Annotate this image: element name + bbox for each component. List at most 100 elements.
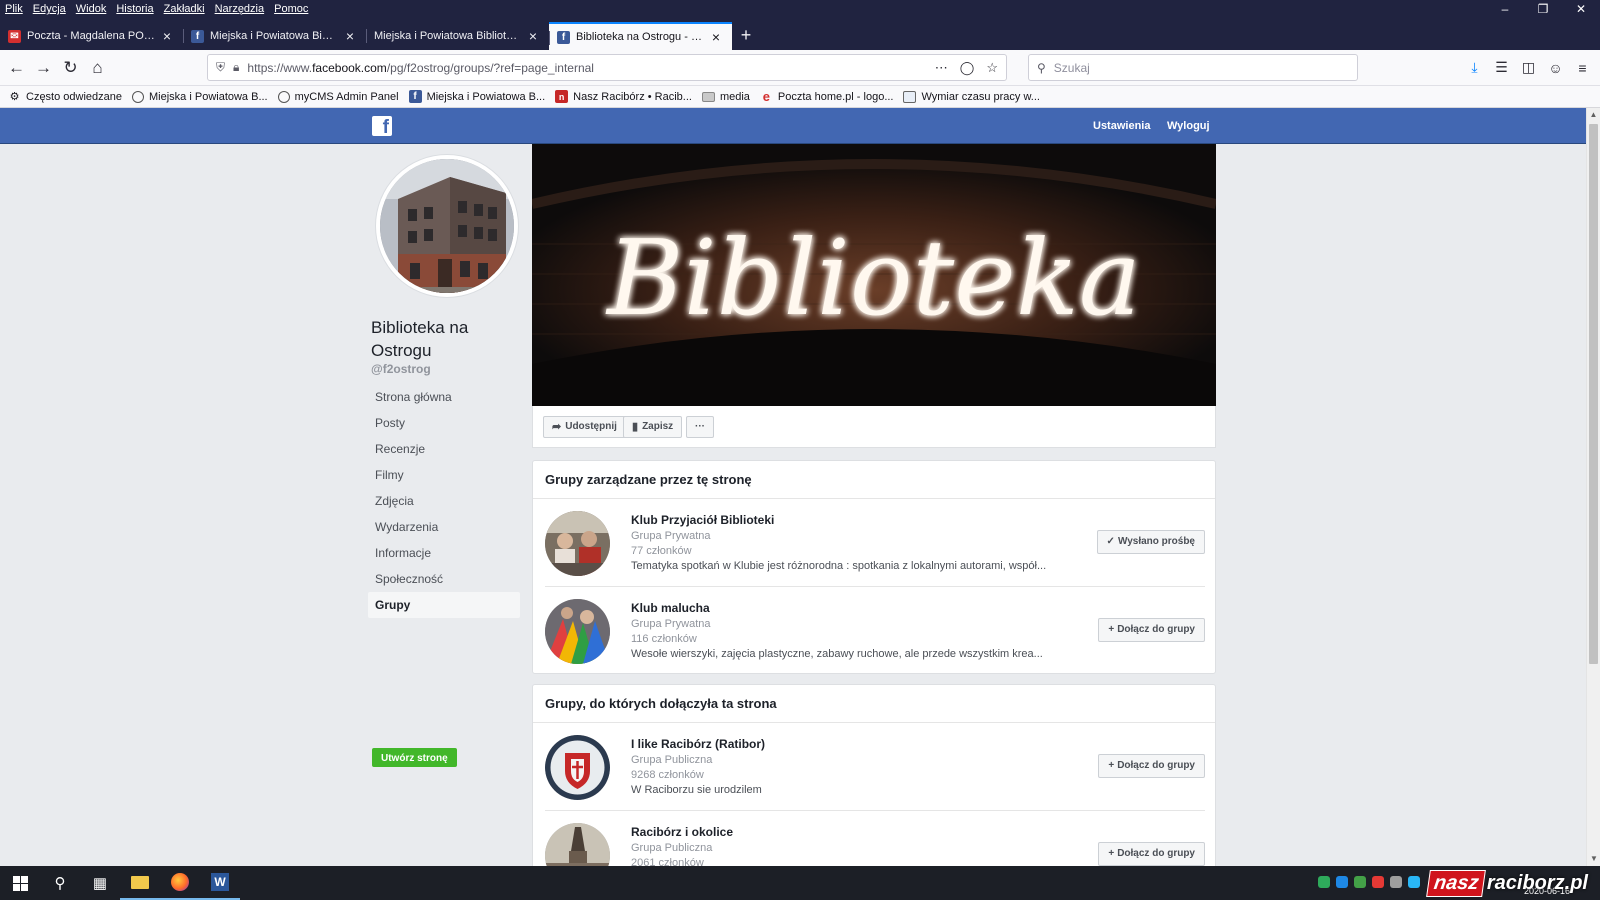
menu-history[interactable]: Historia [111,3,158,15]
create-page-button[interactable]: Utwórz stronę [372,748,457,767]
group-photo [545,511,610,576]
restore-icon[interactable]: ❐ [1524,0,1562,18]
tab-library-fb[interactable]: f Miejska i Powiatowa Biblioteka × [183,22,366,50]
sidebar-item-home[interactable]: Strona główna [368,384,520,410]
close-tab-icon[interactable]: × [708,29,724,45]
lock-icon[interactable]: 🔒︎ [233,60,239,75]
group-thumbnail[interactable] [545,735,610,800]
close-window-icon[interactable]: ✕ [1562,0,1600,18]
word-icon[interactable]: W [200,866,240,900]
tray-app-icon[interactable] [1372,876,1384,888]
taskbar-search-icon[interactable]: ⚲ [40,866,80,900]
page-title: Biblioteka na Ostrogu [371,318,469,360]
share-button[interactable]: ➦ Udostępnij [543,416,626,438]
tab-title: Miejska i Powiatowa Biblioteka [210,30,338,42]
windows-start-icon[interactable] [0,866,40,900]
file-explorer-icon[interactable] [120,866,160,900]
menu-view[interactable]: Widok [71,3,112,15]
menu-help[interactable]: Pomoc [269,3,313,15]
search-icon: ⚲ [1037,60,1046,75]
hamburger-menu-icon[interactable]: ≡ [1569,54,1596,81]
group-name-link[interactable]: Klub Przyjaciół Biblioteki [631,513,1091,529]
nav-settings-link[interactable]: Ustawienia [1093,108,1150,144]
scroll-down-icon[interactable]: ▼ [1587,852,1600,866]
task-view-icon[interactable]: ▦ [80,866,120,900]
request-sent-button[interactable]: ✓ Wysłano prośbę [1096,530,1205,554]
firefox-icon[interactable] [160,866,200,900]
close-tab-icon[interactable]: × [525,28,541,44]
page-action-bar: ➦ Udostępnij ▮ Zapisz ··· [532,406,1216,448]
reload-icon[interactable]: ↻ [57,54,84,81]
sidebar-item-reviews[interactable]: Recenzje [368,436,520,462]
join-group-button[interactable]: + Dołącz do grupy [1098,618,1205,642]
sidebar-item-events[interactable]: Wydarzenia [368,514,520,540]
shield-icon[interactable]: ⛨ [216,60,225,75]
bookmark-item[interactable]: n Nasz Racibórz • Racib... [555,90,692,103]
tab-groups-active[interactable]: f Biblioteka na Ostrogu - Grupy × [549,22,732,50]
profile-picture[interactable] [376,155,518,297]
bookmark-item[interactable]: myCMS Admin Panel [277,90,399,103]
menu-file[interactable]: Plik [0,3,28,15]
pocket-icon[interactable]: ◯ [960,60,975,76]
tab-library-public[interactable]: Miejska i Powiatowa Biblioteka Pub × [366,22,549,50]
facebook-logo-icon[interactable]: f [372,116,392,136]
tray-network-icon[interactable] [1336,876,1348,888]
back-icon[interactable]: ← [3,54,30,81]
scroll-up-icon[interactable]: ▲ [1587,108,1600,122]
scrollbar-thumb[interactable] [1589,124,1598,664]
page-scrollbar[interactable]: ▲ ▼ [1586,108,1600,866]
bookmark-item[interactable]: f Miejska i Powiatowa B... [408,90,545,103]
minimize-icon[interactable]: – [1486,0,1524,18]
page-actions-icon[interactable]: ⋯ [935,60,948,76]
sidebar-item-photos[interactable]: Zdjęcia [368,488,520,514]
account-icon[interactable]: ☺ [1542,54,1569,81]
join-group-button[interactable]: + Dołącz do grupy [1098,754,1205,778]
close-tab-icon[interactable]: × [342,28,358,44]
tab-mail[interactable]: ✉ Poczta - Magdalena PORDZIK - I × [0,22,183,50]
tray-usb-icon[interactable] [1390,876,1402,888]
url-bar[interactable]: ⛨ 🔒︎ https://www.facebook.com/pg/f2ostro… [207,54,1007,81]
tray-app-icon[interactable] [1318,876,1330,888]
forward-icon[interactable]: → [30,54,57,81]
url-text[interactable]: https://www.facebook.com/pg/f2ostrog/gro… [247,61,922,75]
new-tab-icon[interactable]: + [732,22,760,50]
group-info: I like Racibórz (Ratibor) Grupa Publiczn… [631,737,1091,798]
sidebar-icon[interactable]: ◫ [1515,54,1542,81]
sidebar-item-videos[interactable]: Filmy [368,462,520,488]
bookmark-star-icon[interactable]: ☆ [986,60,998,76]
tray-app-icon[interactable] [1354,876,1366,888]
sidebar-item-about[interactable]: Informacje [368,540,520,566]
bookmark-item[interactable]: Miejska i Powiatowa B... [132,90,268,103]
nav-logout-link[interactable]: Wyloguj [1167,108,1210,144]
group-thumbnail[interactable] [545,599,610,664]
group-name-link[interactable]: Klub malucha [631,601,1091,617]
join-group-button[interactable]: + Dołącz do grupy [1098,842,1205,866]
group-name-link[interactable]: Racibórz i okolice [631,825,1091,841]
close-tab-icon[interactable]: × [159,28,175,44]
bookmark-item[interactable]: e Poczta home.pl - logo... [760,89,894,104]
download-icon[interactable]: ⤓ [1461,54,1488,81]
group-name-link[interactable]: I like Racibórz (Ratibor) [631,737,1091,753]
group-members: 77 członków [631,545,692,557]
group-thumbnail[interactable] [545,823,610,866]
sidebar-item-community[interactable]: Społeczność [368,566,520,592]
browser-navbar: ← → ↻ ⌂ ⛨ 🔒︎ https://www.facebook.com/pg… [0,50,1600,86]
bookmark-item[interactable]: media [701,91,750,103]
cover-photo[interactable]: Biblioteka [532,144,1216,406]
bookmark-item[interactable]: ⚙ Często odwiedzane [8,90,122,104]
group-thumbnail[interactable] [545,511,610,576]
bookmark-item[interactable]: Wymiar czasu pracy w... [903,90,1040,103]
tray-onedrive-icon[interactable] [1408,876,1420,888]
menu-tools[interactable]: Narzędzia [210,3,270,15]
menu-edit[interactable]: Edycja [28,3,71,15]
save-button[interactable]: ▮ Zapisz [623,416,683,438]
library-icon[interactable]: ☰ [1488,54,1515,81]
group-info: Klub Przyjaciół Biblioteki Grupa Prywatn… [631,513,1091,574]
menu-bookmarks[interactable]: Zakładki [159,3,210,15]
search-input[interactable]: ⚲ Szukaj [1028,54,1358,81]
more-options-button[interactable]: ··· [686,416,714,438]
sidebar-item-groups[interactable]: Grupy [368,592,520,618]
sidebar-item-posts[interactable]: Posty [368,410,520,436]
check-icon: ✓ [1106,536,1115,547]
home-icon[interactable]: ⌂ [84,54,111,81]
